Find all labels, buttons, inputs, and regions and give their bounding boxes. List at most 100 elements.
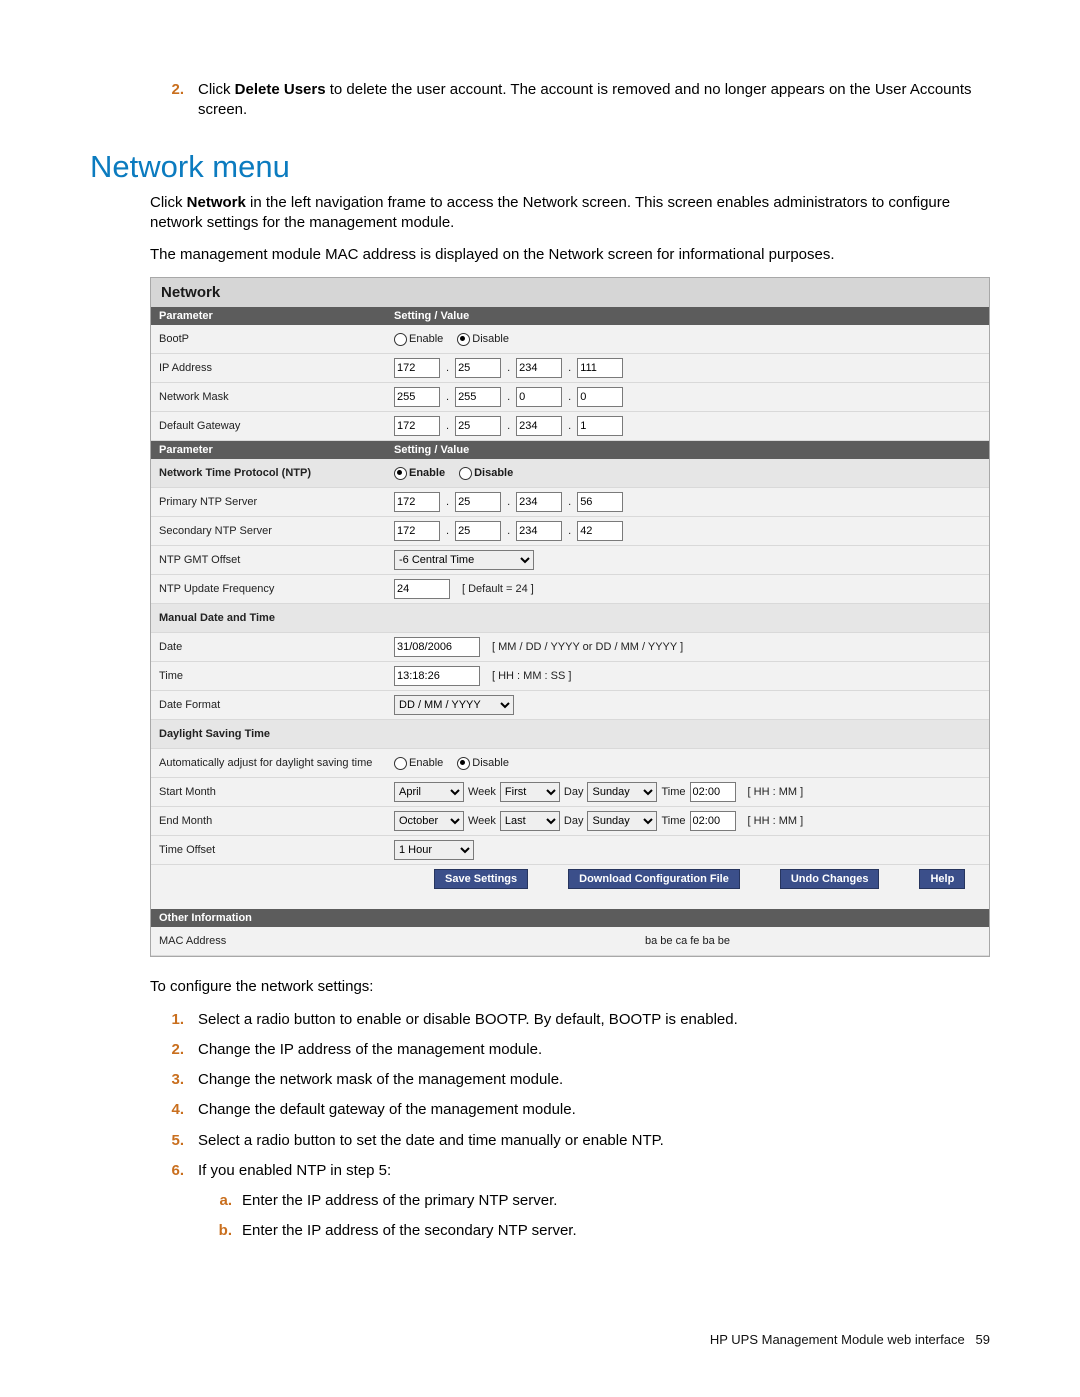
ip-octet-2[interactable] [455, 358, 501, 378]
step-text: Change the network mask of the managemen… [198, 1070, 990, 1090]
pntp-octet-2[interactable] [455, 492, 501, 512]
sntp-octet-4[interactable] [577, 521, 623, 541]
netmask-row: Network Mask . . . [151, 383, 989, 412]
substep-number: b. [198, 1221, 242, 1241]
end-month-row: End Month October Week Last Day Sunday T… [151, 807, 989, 836]
pntp-octet-4[interactable] [577, 492, 623, 512]
sntp-octet-1[interactable] [394, 521, 440, 541]
label: Network Mask [159, 391, 394, 403]
table-header-2: Parameter Setting / Value [151, 441, 989, 459]
time-input[interactable] [394, 666, 480, 686]
start-time-input[interactable] [690, 782, 736, 802]
time-row: Time [ HH : MM : SS ] [151, 662, 989, 691]
label: NTP Update Frequency [159, 583, 394, 595]
step-text: Select a radio button to enable or disab… [198, 1010, 990, 1030]
bootp-row: BootP Enable Disable [151, 325, 989, 354]
step-text: Change the default gateway of the manage… [198, 1100, 990, 1120]
label: MAC Address [159, 935, 394, 947]
label: Time [661, 786, 685, 798]
start-week-select[interactable]: First [500, 782, 560, 802]
end-day-select[interactable]: Sunday [587, 811, 657, 831]
undo-changes-button[interactable]: Undo Changes [780, 869, 880, 889]
sntp-octet-2[interactable] [455, 521, 501, 541]
network-screenshot: Network Parameter Setting / Value BootP … [150, 277, 990, 957]
time-offset-select[interactable]: 1 Hour [394, 840, 474, 860]
label: Automatically adjust for daylight saving… [159, 757, 394, 769]
hint-text: [ Default = 24 ] [462, 583, 534, 595]
label: Start Month [159, 786, 394, 798]
hint-text: [ MM / DD / YYYY or DD / MM / YYYY ] [492, 641, 683, 653]
screenshot-title: Network [151, 278, 989, 307]
gmt-offset-select[interactable]: -6 Central Time [394, 550, 534, 570]
ntp-enable-radio[interactable]: Enable [394, 467, 445, 480]
label: Secondary NTP Server [159, 525, 394, 537]
bootp-disable-radio[interactable]: Disable [457, 333, 509, 346]
gw-octet-4[interactable] [577, 416, 623, 436]
time-offset-row: Time Offset 1 Hour [151, 836, 989, 865]
ntp-disable-radio[interactable]: Disable [459, 467, 513, 480]
config-intro: To configure the network settings: [150, 977, 990, 997]
dst-enable-radio[interactable]: Enable [394, 757, 443, 770]
substep-number: a. [198, 1191, 242, 1211]
date-format-select[interactable]: DD / MM / YYYY [394, 695, 514, 715]
download-config-button[interactable]: Download Configuration File [568, 869, 740, 889]
step-number: 1. [150, 1010, 198, 1030]
table-header: Parameter Setting / Value [151, 307, 989, 325]
mac-value: ba be ca fe ba be [645, 935, 730, 947]
substep-text: Enter the IP address of the secondary NT… [242, 1221, 990, 1241]
step-number: 6. [150, 1161, 198, 1181]
start-day-select[interactable]: Sunday [587, 782, 657, 802]
label: Date Format [159, 699, 394, 711]
header-value: Setting / Value [394, 444, 981, 456]
bold-text: Network [187, 194, 246, 211]
ip-octet-1[interactable] [394, 358, 440, 378]
end-week-select[interactable]: Last [500, 811, 560, 831]
step-number: 3. [150, 1070, 198, 1090]
text: Click [198, 81, 235, 98]
dst-disable-radio[interactable]: Disable [457, 757, 509, 770]
ip-octet-3[interactable] [516, 358, 562, 378]
step-number: 5. [150, 1131, 198, 1151]
sntp-octet-3[interactable] [516, 521, 562, 541]
step-text: Change the IP address of the management … [198, 1040, 990, 1060]
ntp-freq-row: NTP Update Frequency [ Default = 24 ] [151, 575, 989, 604]
pntp-octet-3[interactable] [516, 492, 562, 512]
label: Day [564, 786, 584, 798]
end-time-input[interactable] [690, 811, 736, 831]
mask-octet-1[interactable] [394, 387, 440, 407]
date-format-row: Date Format DD / MM / YYYY [151, 691, 989, 720]
ip-address-row: IP Address . . . [151, 354, 989, 383]
label: Time [661, 815, 685, 827]
bootp-enable-radio[interactable]: Enable [394, 333, 443, 346]
primary-ntp-row: Primary NTP Server . . . [151, 488, 989, 517]
end-month-select[interactable]: October [394, 811, 464, 831]
help-button[interactable]: Help [919, 869, 965, 889]
substep-text: Enter the IP address of the primary NTP … [242, 1191, 990, 1211]
mask-octet-4[interactable] [577, 387, 623, 407]
save-settings-button[interactable]: Save Settings [434, 869, 528, 889]
gw-octet-2[interactable] [455, 416, 501, 436]
mask-octet-3[interactable] [516, 387, 562, 407]
label: End Month [159, 815, 394, 827]
mask-octet-2[interactable] [455, 387, 501, 407]
date-input[interactable] [394, 637, 480, 657]
dst-section: Daylight Saving Time [151, 720, 989, 749]
paragraph: The management module MAC address is dis… [150, 245, 990, 265]
label: Week [468, 815, 496, 827]
ntp-freq-input[interactable] [394, 579, 450, 599]
dst-auto-row: Automatically adjust for daylight saving… [151, 749, 989, 778]
label: NTP GMT Offset [159, 554, 394, 566]
button-bar: Save Settings Download Configuration Fil… [151, 865, 989, 893]
label: IP Address [159, 362, 394, 374]
section-heading: Network menu [90, 149, 990, 185]
step-number: 4. [150, 1100, 198, 1120]
gw-octet-1[interactable] [394, 416, 440, 436]
gw-octet-3[interactable] [516, 416, 562, 436]
hint-text: [ HH : MM ] [748, 815, 804, 827]
ip-octet-4[interactable] [577, 358, 623, 378]
label: Time Offset [159, 844, 394, 856]
start-month-select[interactable]: April [394, 782, 464, 802]
pntp-octet-1[interactable] [394, 492, 440, 512]
paragraph: Click Network in the left navigation fra… [150, 193, 990, 234]
step-text: Select a radio button to set the date an… [198, 1131, 990, 1151]
